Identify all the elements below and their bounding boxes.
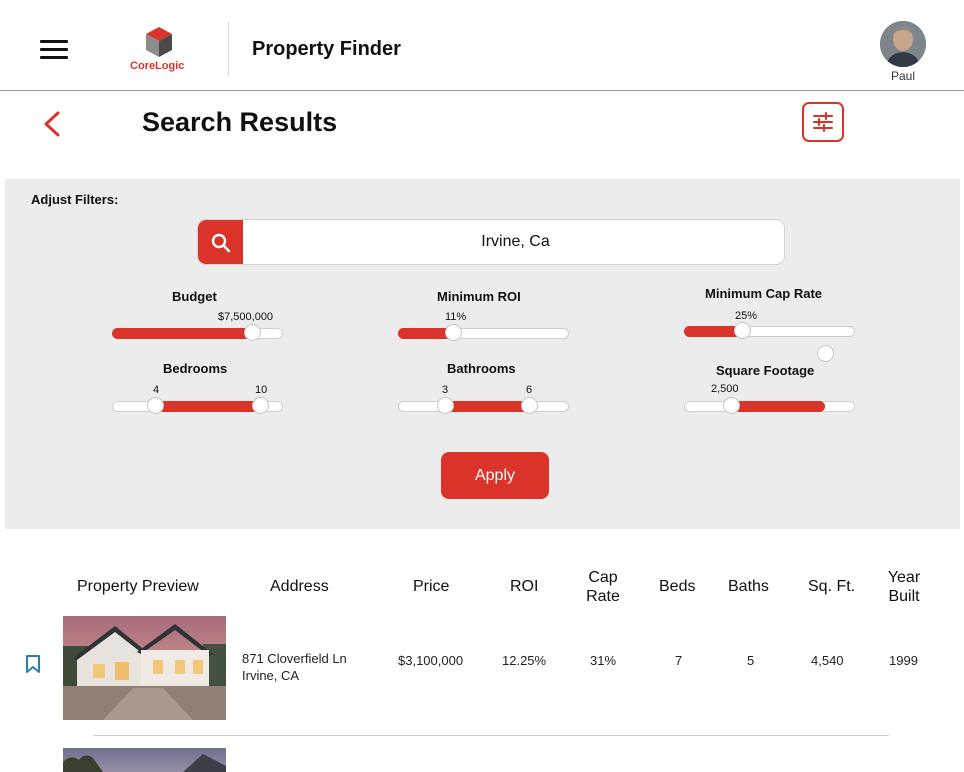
square-footage-range-fill <box>730 401 826 412</box>
col-header-year-line2: Built <box>888 588 920 605</box>
bedrooms-label: Bedrooms <box>163 361 228 376</box>
bedrooms-max-thumb[interactable] <box>252 397 270 414</box>
filters-heading: Adjust Filters: <box>31 192 119 207</box>
page-title: Search Results <box>142 107 338 137</box>
col-header-cap-rate: Cap Rate <box>585 568 621 606</box>
bedrooms-min-value: 4 <box>153 384 160 396</box>
price-cell: $3,100,000 <box>398 653 464 668</box>
budget-slider-fill <box>112 328 251 339</box>
bedrooms-max-value: 10 <box>255 384 268 396</box>
bathrooms-label: Bathrooms <box>447 361 516 376</box>
house-photo-2 <box>63 748 226 772</box>
search-button[interactable] <box>198 220 243 264</box>
bedrooms-range-fill <box>155 401 261 412</box>
min-cap-rate-slider-fill <box>684 326 742 337</box>
bathrooms-range-slider[interactable] <box>398 397 569 414</box>
col-header-cap-rate-line2: Rate <box>586 588 620 605</box>
budget-value: $7,500,000 <box>218 311 274 323</box>
bathrooms-max-value: 6 <box>526 384 533 396</box>
cap-rate-cell: 31% <box>590 653 617 668</box>
bathrooms-min-thumb[interactable] <box>436 397 454 414</box>
sliders-icon <box>813 112 833 132</box>
bathrooms-max-thumb[interactable] <box>521 397 539 414</box>
col-header-sqft: Sq. Ft. <box>808 578 856 595</box>
property-preview-image-2[interactable] <box>63 748 226 772</box>
square-footage-range-slider[interactable] <box>684 397 855 414</box>
col-header-roi: ROI <box>510 578 539 595</box>
col-header-address: Address <box>270 578 329 595</box>
budget-label: Budget <box>172 289 217 304</box>
logo-cube-icon <box>146 27 172 57</box>
min-roi-slider-thumb[interactable] <box>445 324 463 341</box>
year-built-cell: 1999 <box>889 653 918 668</box>
address-line-2: Irvine, CA <box>242 668 300 683</box>
row-divider <box>93 735 889 736</box>
filter-panel: Adjust Filters: Budget $7,500,000 Minimu… <box>5 179 960 529</box>
top-bar: CoreLogic Property Finder Paul <box>0 0 964 91</box>
stray-slider-handle[interactable] <box>817 345 834 362</box>
app-title: Property Finder <box>252 38 401 60</box>
topbar-divider <box>228 22 229 76</box>
house-photo <box>63 616 226 720</box>
location-search-input[interactable] <box>248 220 783 264</box>
col-header-year-line1: Year <box>887 569 921 586</box>
apply-button[interactable]: Apply <box>441 452 549 499</box>
square-footage-min-thumb[interactable] <box>722 397 740 414</box>
min-cap-rate-slider-thumb[interactable] <box>734 322 752 339</box>
back-button[interactable] <box>40 110 64 138</box>
beds-cell: 7 <box>675 653 683 668</box>
corelogic-logo[interactable]: CoreLogic <box>128 26 208 74</box>
bookmark-outline-svg <box>26 655 40 673</box>
col-header-preview: Property Preview <box>77 578 199 595</box>
col-header-price: Price <box>413 578 450 595</box>
min-roi-label: Minimum ROI <box>437 289 521 304</box>
bathrooms-min-value: 3 <box>442 384 449 396</box>
min-cap-rate-value: 25% <box>735 310 758 322</box>
bedrooms-range-slider[interactable] <box>112 397 283 414</box>
min-roi-slider[interactable] <box>398 324 569 341</box>
bookmark-icon[interactable] <box>25 654 41 679</box>
sqft-cell: 4,540 <box>811 653 844 668</box>
min-cap-rate-label: Minimum Cap Rate <box>705 286 823 301</box>
chevron-left-icon <box>44 111 60 137</box>
budget-slider-thumb[interactable] <box>243 324 261 341</box>
col-header-year-built: Year Built <box>884 568 924 606</box>
roi-cell: 12.25% <box>502 653 547 668</box>
avatar-photo <box>880 21 926 67</box>
user-avatar[interactable] <box>880 21 926 67</box>
logo-text: CoreLogic <box>130 60 185 72</box>
location-search-bar <box>197 219 785 265</box>
address-cell[interactable]: 871 Cloverfield Ln Irvine, CA <box>242 650 347 684</box>
min-roi-slider-fill <box>398 328 453 339</box>
budget-slider[interactable] <box>112 324 283 341</box>
col-header-beds: Beds <box>659 578 696 595</box>
square-footage-value: 2,500 <box>711 383 739 395</box>
min-roi-value: 11% <box>445 311 467 323</box>
property-preview-image[interactable] <box>63 616 226 720</box>
min-cap-rate-slider[interactable] <box>684 322 855 339</box>
address-line-1: 871 Cloverfield Ln <box>242 651 347 666</box>
user-name: Paul <box>890 69 916 83</box>
hamburger-menu-icon[interactable] <box>40 40 68 60</box>
col-header-baths: Baths <box>728 578 769 595</box>
baths-cell: 5 <box>747 653 755 668</box>
filter-toggle-button[interactable] <box>802 102 844 142</box>
search-icon <box>211 233 231 253</box>
bathrooms-range-fill <box>444 401 530 412</box>
square-footage-label: Square Footage <box>716 363 815 378</box>
col-header-cap-rate-line1: Cap <box>588 569 618 586</box>
